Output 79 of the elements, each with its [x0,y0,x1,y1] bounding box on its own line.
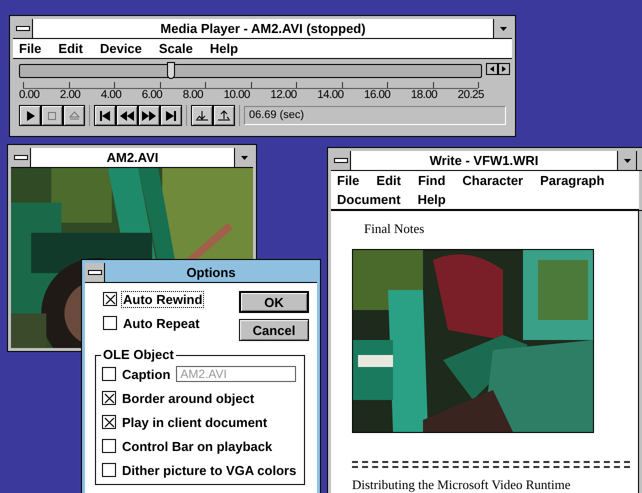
skip-back-icon [100,110,110,120]
minimize-button[interactable] [493,19,512,38]
scale-label: 8.00 [182,89,204,101]
minimize-button[interactable] [234,148,253,167]
scale-label: 4.00 [100,89,122,101]
play-button[interactable] [19,105,41,126]
down-arrow-icon [500,26,506,30]
eject-button[interactable] [63,105,85,126]
window-title: Write - VFW1.WRI [428,152,540,170]
position-slider[interactable] [19,64,482,78]
system-menu-button[interactable] [331,151,351,170]
system-menu-button[interactable] [85,263,105,282]
cross-mark-icon [104,416,114,428]
rewind-icon [120,110,134,120]
slider-thumb[interactable] [167,62,176,78]
checkbox[interactable] [102,415,116,429]
scale-label: 2.00 [60,89,80,101]
down-arrow-icon [624,158,630,162]
scale-label: 18.00 [410,89,438,101]
checkbox-label[interactable]: Auto Repeat [121,314,202,332]
eject-icon [68,111,80,120]
menu-item[interactable]: Find [418,172,446,189]
mark-in-button[interactable] [191,105,213,126]
ok-button[interactable]: OK [239,291,309,313]
menu-item[interactable]: Help [418,191,446,208]
checkbox[interactable] [103,292,117,306]
previous-mark-button[interactable] [94,105,116,126]
system-menu-button[interactable] [13,19,33,38]
system-menu-button[interactable] [11,148,31,167]
menu-item[interactable]: Character [462,172,524,189]
scale-label: 6.00 [142,89,162,101]
cross-mark-icon [104,392,114,404]
position-readout: 06.69 (sec) [244,106,506,125]
checkbox[interactable] [103,316,117,330]
scale-label: 20.25 [458,89,484,101]
scale-label: 0.00 [19,89,40,101]
document-heading: Final Notes [364,221,426,237]
mark-out-button[interactable] [213,105,235,126]
menu-item[interactable]: Document [337,191,401,208]
group-label: OLE Object [101,347,176,363]
checkbox-label[interactable]: Auto Rewind [121,290,204,308]
menu-item[interactable]: Help [210,40,238,57]
skip-forward-icon [166,110,176,120]
mark-out-icon [217,110,231,121]
play-icon [26,110,34,120]
fast-forward-button[interactable] [138,105,160,126]
mark-in-icon [195,110,209,121]
scale-label: 12.00 [270,89,297,101]
dialog-title: Options [185,264,237,282]
checkbox-label[interactable]: Dither picture to VGA colors [120,462,298,478]
minimize-button[interactable] [617,151,636,170]
rewind-button[interactable] [116,105,138,126]
scale-label: 14.00 [317,89,344,101]
stop-button[interactable] [41,105,63,126]
scale-label: 16.00 [364,89,390,101]
down-arrow-icon [240,156,248,160]
checkbox[interactable] [102,463,116,477]
checkbox-label[interactable]: Play in client document [120,414,270,430]
cancel-button[interactable]: Cancel [239,319,309,341]
checkbox[interactable] [102,391,116,405]
menu-item[interactable]: Edit [58,40,83,57]
stop-icon [48,112,56,120]
next-mark-button[interactable] [160,105,182,126]
checkbox-label[interactable]: Control Bar on playback [120,438,274,454]
scroll-arrows-icon[interactable] [486,63,510,78]
window-title: Media Player - AM2.AVI (stopped) [159,20,367,38]
menu-item[interactable]: File [19,40,42,57]
scale-label: 10.00 [224,89,250,101]
menu-item[interactable]: Paragraph [540,172,604,189]
window-title: AM2.AVI [106,149,160,167]
checkbox[interactable] [102,439,116,453]
cross-mark-icon [104,294,116,304]
menu-item[interactable]: File [337,172,360,189]
document-text: Distributing the Microsoft Video Runtime [352,477,572,493]
menu-item[interactable]: Device [100,40,142,57]
checkbox-label[interactable]: Border around object [120,390,256,406]
fast-forward-icon [142,110,156,120]
menu-item[interactable]: Edit [376,172,401,189]
menu-item[interactable]: Scale [158,40,193,57]
